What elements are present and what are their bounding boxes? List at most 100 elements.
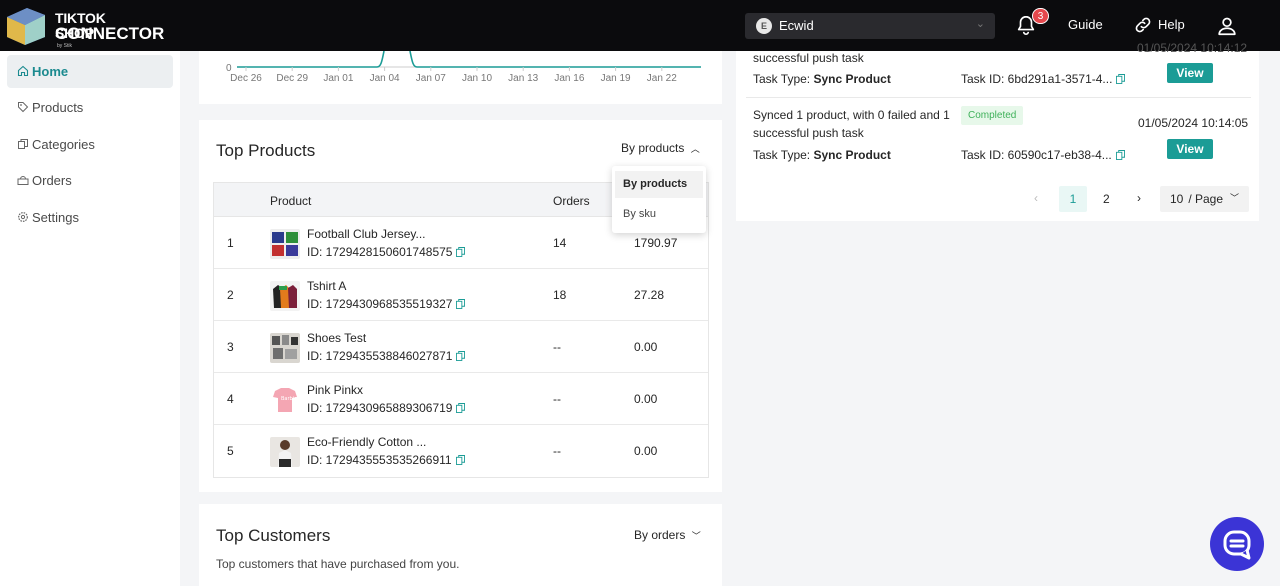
view-task-button[interactable]: View: [1167, 139, 1213, 159]
task-message-line2: successful push task: [753, 126, 864, 140]
sort-option-by-products[interactable]: By products: [615, 171, 703, 198]
pagination-next[interactable]: ›: [1137, 191, 1141, 205]
copy-icon: [18, 139, 28, 149]
product-thumbnail: [270, 333, 300, 363]
pagination-prev[interactable]: ‹: [1034, 191, 1038, 205]
orders-icon: [17, 176, 29, 185]
product-id: ID: 1729435553535266911: [307, 453, 465, 467]
product-name[interactable]: Football Club Jersey...: [307, 227, 426, 241]
amount-cell: 0.00: [634, 444, 658, 458]
sidebar-item-label: Home: [32, 64, 69, 79]
guide-link[interactable]: Guide: [1068, 17, 1103, 32]
x-tick-label: Jan 19: [601, 73, 631, 84]
table-row[interactable]: 2 Tshirt A ID: 1729430968535519327 18 27…: [214, 269, 708, 321]
copy-icon[interactable]: [456, 403, 466, 413]
orders-cell: --: [553, 444, 561, 458]
x-tick-label: Dec 26: [230, 73, 262, 84]
product-name[interactable]: Eco-Friendly Cotton ...: [307, 435, 426, 449]
orders-cell: --: [553, 340, 561, 354]
x-tick-label: Jan 16: [554, 73, 584, 84]
customers-sort-select[interactable]: By orders ﹀: [634, 528, 701, 542]
amount-cell: 0.00: [634, 340, 658, 354]
amount-cell: 0.00: [634, 392, 658, 406]
table-row[interactable]: 3 Shoes Test ID: 1729435538846027871 -- …: [214, 321, 708, 373]
sort-option-by-sku[interactable]: By sku: [615, 201, 703, 228]
app-logo[interactable]: TIKTOK SHOP CONNECTOR by Stik: [5, 5, 164, 49]
task-time: 01/05/2024 10:14:12: [1137, 41, 1248, 55]
product-thumbnail: [270, 281, 300, 311]
top-customers-title: Top Customers: [216, 526, 331, 545]
chevron-down-icon: ﹀: [691, 531, 701, 541]
x-tick-label: Dec 29: [276, 73, 308, 84]
copy-icon[interactable]: [1115, 150, 1125, 160]
page-size-value: 10: [1170, 192, 1184, 206]
page-size-suffix: / Page: [1185, 192, 1224, 206]
x-tick-label: Jan 01: [323, 73, 353, 84]
user-icon[interactable]: [1216, 15, 1238, 37]
chevron-down-icon: ⌄: [975, 18, 985, 30]
notification-badge: 3: [1032, 8, 1049, 24]
table-row[interactable]: 5 Eco-Friendly Cotton ... ID: 1729435553…: [214, 425, 708, 477]
top-header: TIKTOK SHOP CONNECTOR by Stik E Ecwid ⌄ …: [0, 0, 1280, 51]
copy-icon[interactable]: [1116, 74, 1126, 84]
chat-button[interactable]: [1210, 517, 1264, 571]
orders-cell: --: [553, 392, 561, 406]
sync-tasks-card: successful push task 01/05/2024 10:14:12…: [736, 41, 1259, 221]
sidebar-item-label: Orders: [32, 173, 72, 188]
sidebar-item-products[interactable]: Products: [7, 91, 173, 124]
amount-cell: 1790.97: [634, 236, 678, 250]
customers-sort-label: By orders: [634, 528, 686, 542]
rank-cell: 3: [227, 340, 234, 354]
products-sort-label: By products: [621, 141, 685, 155]
sales-line-chart: 0 Dec 26 Dec 29 Jan 01 Jan 04 Jan 07 Jan 10 Ja…: [226, 50, 701, 84]
rank-cell: 2: [227, 288, 234, 302]
task-message: successful push task: [753, 51, 864, 65]
sidebar-item-label: Categories: [32, 137, 95, 152]
products-sort-select[interactable]: By products ︿: [621, 141, 700, 155]
products-sort-dropdown: By products By sku: [612, 166, 706, 233]
copy-icon[interactable]: [456, 247, 466, 257]
sidebar-item-settings[interactable]: Settings: [7, 201, 173, 234]
product-id: ID: 1729435538846027871: [307, 349, 466, 363]
rank-cell: 5: [227, 444, 234, 458]
product-name[interactable]: Shoes Test: [307, 331, 366, 345]
status-badge: Completed: [961, 106, 1024, 125]
pagination-page-2[interactable]: 2: [1103, 192, 1110, 206]
sidebar-item-categories[interactable]: Categories: [7, 128, 173, 161]
store-selector[interactable]: E Ecwid ⌄: [745, 13, 995, 39]
product-id: ID: 1729430968535519327: [307, 297, 466, 311]
rank-cell: 4: [227, 392, 234, 406]
task-type: Task Type: Sync Product: [753, 72, 891, 86]
copy-icon[interactable]: [456, 299, 466, 309]
sidebar-item-orders[interactable]: Orders: [7, 164, 173, 197]
task-type: Task Type: Sync Product: [753, 148, 891, 162]
top-customers-card: Top Customers By orders ﹀ Top customers …: [199, 504, 722, 586]
task-message-line1: Synced 1 product, with 0 failed and 1: [753, 108, 950, 122]
task-time: 01/05/2024 10:14:05: [1138, 116, 1249, 130]
orders-cell: 18: [553, 288, 567, 302]
pagination-page-1[interactable]: 1: [1059, 186, 1087, 212]
logo-text-line3: by Stik: [57, 43, 73, 49]
help-link[interactable]: Help: [1158, 17, 1185, 32]
sidebar-item-label: Products: [32, 100, 84, 115]
product-id: ID: 1729428150601748575: [307, 245, 466, 259]
divider: [746, 97, 1251, 98]
column-header-product: Product: [270, 194, 312, 208]
task-id: Task ID: 6bd291a1-3571-4...: [961, 72, 1126, 86]
link-icon[interactable]: [1133, 15, 1153, 35]
sidebar-item-home[interactable]: Home: [7, 55, 173, 88]
page-size-select[interactable]: 10 / Page ﹀: [1160, 186, 1249, 212]
copy-icon[interactable]: [456, 351, 466, 361]
product-id: ID: 1729430965889306719: [307, 401, 466, 415]
x-axis-ticks: Dec 26 Dec 29 Jan 01 Jan 04 Jan 07 Jan 10 Jan …: [230, 67, 677, 84]
table-row[interactable]: 4 Barbie Pink Pinkx ID: 1729430965889306…: [214, 373, 708, 425]
view-task-button[interactable]: View: [1167, 63, 1213, 83]
store-name: Ecwid: [779, 18, 814, 33]
rank-cell: 1: [227, 236, 234, 250]
svg-text:Barbie: Barbie: [281, 396, 297, 402]
orders-cell: 14: [553, 236, 567, 250]
product-name[interactable]: Pink Pinkx: [307, 383, 363, 397]
copy-icon[interactable]: [455, 455, 465, 465]
product-thumbnail: [270, 437, 300, 467]
product-name[interactable]: Tshirt A: [307, 279, 346, 293]
